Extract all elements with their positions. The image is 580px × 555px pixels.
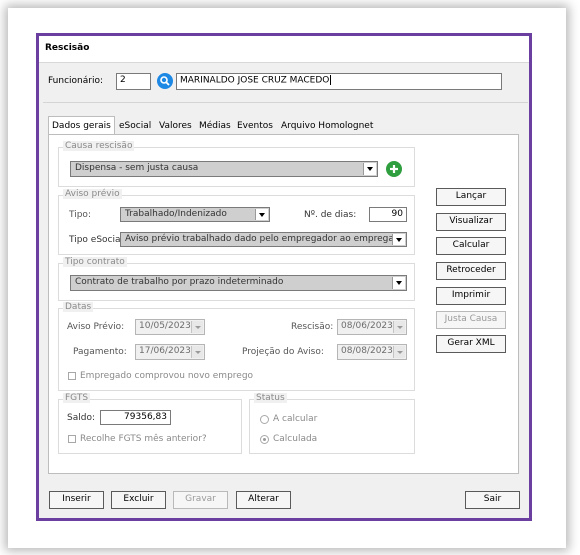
tab-valores[interactable]: Valores — [156, 118, 195, 134]
fgts-group: FGTS — [58, 393, 242, 454]
tab-medias[interactable]: Médias — [196, 118, 234, 134]
aviso-tipo-select[interactable]: Trabalhado/Indenizado — [120, 207, 270, 222]
chevron-down-icon — [392, 277, 405, 289]
sair-button[interactable]: Sair — [465, 491, 520, 509]
status-a-calcular-label: A calcular — [273, 414, 318, 424]
retroceder-button[interactable]: Retroceder — [436, 262, 506, 280]
gerar-xml-button[interactable]: Gerar XML — [436, 335, 506, 353]
pagamento-date-input[interactable]: 17/06/2023 — [135, 344, 205, 360]
projecao-aviso-label: Projeção do Aviso: — [242, 347, 324, 357]
tab-panel-dados-gerais: Causa rescisão Dispensa - sem justa caus… — [48, 134, 519, 474]
pagamento-date-value: 17/06/2023 — [139, 346, 191, 356]
tab-esocial[interactable]: eSocial — [116, 118, 154, 134]
aviso-dias-input[interactable]: 90 — [369, 207, 407, 222]
tab-arquivo-homolognet[interactable]: Arquivo Homolognet — [278, 118, 376, 134]
search-icon[interactable] — [157, 73, 173, 89]
aviso-previo-date-label: Aviso Prévio: — [67, 322, 125, 332]
tipo-contrato-select[interactable]: Contrato de trabalho por prazo indetermi… — [70, 275, 407, 291]
window-title: Rescisão — [45, 43, 90, 53]
justa-causa-button[interactable]: Justa Causa — [436, 311, 506, 329]
alterar-button[interactable]: Alterar — [236, 491, 291, 509]
status-group: Status — [249, 393, 415, 454]
projecao-aviso-value: 08/08/2023 — [341, 346, 393, 356]
status-calculada-label: Calculada — [273, 434, 318, 444]
aviso-tipo-label: Tipo: — [69, 210, 91, 220]
fgts-title: FGTS — [63, 393, 91, 403]
tipo-contrato-value: Contrato de trabalho por prazo indetermi… — [75, 277, 284, 287]
rescisao-date-input[interactable]: 08/06/2023 — [337, 319, 407, 335]
aviso-esocial-label: Tipo eSocial: — [69, 235, 127, 245]
visualizar-button[interactable]: Visualizar — [436, 213, 506, 231]
status-calculada-radio[interactable] — [260, 435, 269, 444]
fgts-saldo-label: Saldo: — [67, 413, 95, 423]
calendar-dropdown-icon — [191, 346, 203, 358]
recolhe-fgts-label: Recolhe FGTS mês anterior? — [80, 434, 207, 444]
funcionario-code-input[interactable]: 2 — [116, 73, 151, 90]
calendar-dropdown-icon — [191, 321, 203, 333]
aviso-dias-label: Nº. de dias: — [304, 210, 357, 220]
gravar-button[interactable]: Gravar — [173, 491, 228, 509]
calendar-dropdown-icon — [393, 346, 405, 358]
causa-rescisao-select[interactable]: Dispensa - sem justa causa — [70, 161, 378, 177]
rescisao-date-label: Rescisão: — [291, 322, 334, 332]
aviso-previo-title: Aviso prévio — [63, 189, 122, 199]
tab-dados-gerais[interactable]: Dados gerais — [48, 116, 115, 135]
aviso-previo-date-value: 10/05/2023 — [139, 321, 191, 331]
fgts-saldo-value: 79356,83 — [124, 412, 167, 422]
excluir-button[interactable]: Excluir — [111, 491, 166, 509]
divider — [43, 102, 528, 103]
chevron-down-icon — [392, 234, 405, 245]
add-icon[interactable] — [386, 161, 402, 177]
aviso-tipo-value: Trabalhado/Indenizado — [125, 209, 227, 219]
projecao-aviso-input[interactable]: 08/08/2023 — [337, 344, 407, 360]
calendar-dropdown-icon — [393, 321, 405, 333]
empregado-novo-emprego-label: Empregado comprovou novo emprego — [80, 371, 254, 381]
funcionario-name-input[interactable]: MARINALDO JOSE CRUZ MACEDO — [176, 73, 502, 90]
lancar-button[interactable]: Lançar — [436, 188, 506, 206]
fgts-saldo-input[interactable]: 79356,83 — [100, 410, 171, 425]
recolhe-fgts-checkbox[interactable] — [68, 435, 76, 443]
tab-eventos[interactable]: Eventos — [234, 118, 276, 134]
chevron-down-icon — [363, 163, 376, 175]
funcionario-name-value: MARINALDO JOSE CRUZ MACEDO — [180, 75, 330, 86]
aviso-previo-date-input[interactable]: 10/05/2023 — [135, 319, 205, 335]
inserir-button[interactable]: Inserir — [49, 491, 104, 509]
status-a-calcular-radio[interactable] — [260, 415, 269, 424]
imprimir-button[interactable]: Imprimir — [436, 287, 506, 305]
funcionario-label: Funcionário: — [48, 76, 104, 86]
aviso-esocial-value: Aviso prévio trabalhado dado pelo empreg… — [125, 234, 407, 244]
calcular-button[interactable]: Calcular — [436, 237, 506, 255]
causa-rescisao-value: Dispensa - sem justa causa — [75, 163, 199, 173]
chevron-down-icon — [255, 209, 268, 220]
title-bar: Rescisão — [39, 36, 529, 63]
aviso-esocial-select[interactable]: Aviso prévio trabalhado dado pelo empreg… — [120, 232, 407, 247]
pagamento-date-label: Pagamento: — [73, 347, 127, 357]
empregado-novo-emprego-checkbox[interactable] — [68, 372, 76, 380]
causa-rescisao-title: Causa rescisão — [63, 141, 135, 151]
tipo-contrato-title: Tipo contrato — [63, 257, 127, 267]
status-title: Status — [254, 393, 287, 403]
aviso-dias-value: 90 — [391, 209, 403, 219]
rescisao-window: Rescisão Funcionário: 2 MARINALDO JOSE C… — [36, 33, 532, 521]
rescisao-date-value: 08/06/2023 — [341, 321, 393, 331]
funcionario-code-value: 2 — [120, 75, 126, 85]
datas-title: Datas — [63, 302, 94, 312]
